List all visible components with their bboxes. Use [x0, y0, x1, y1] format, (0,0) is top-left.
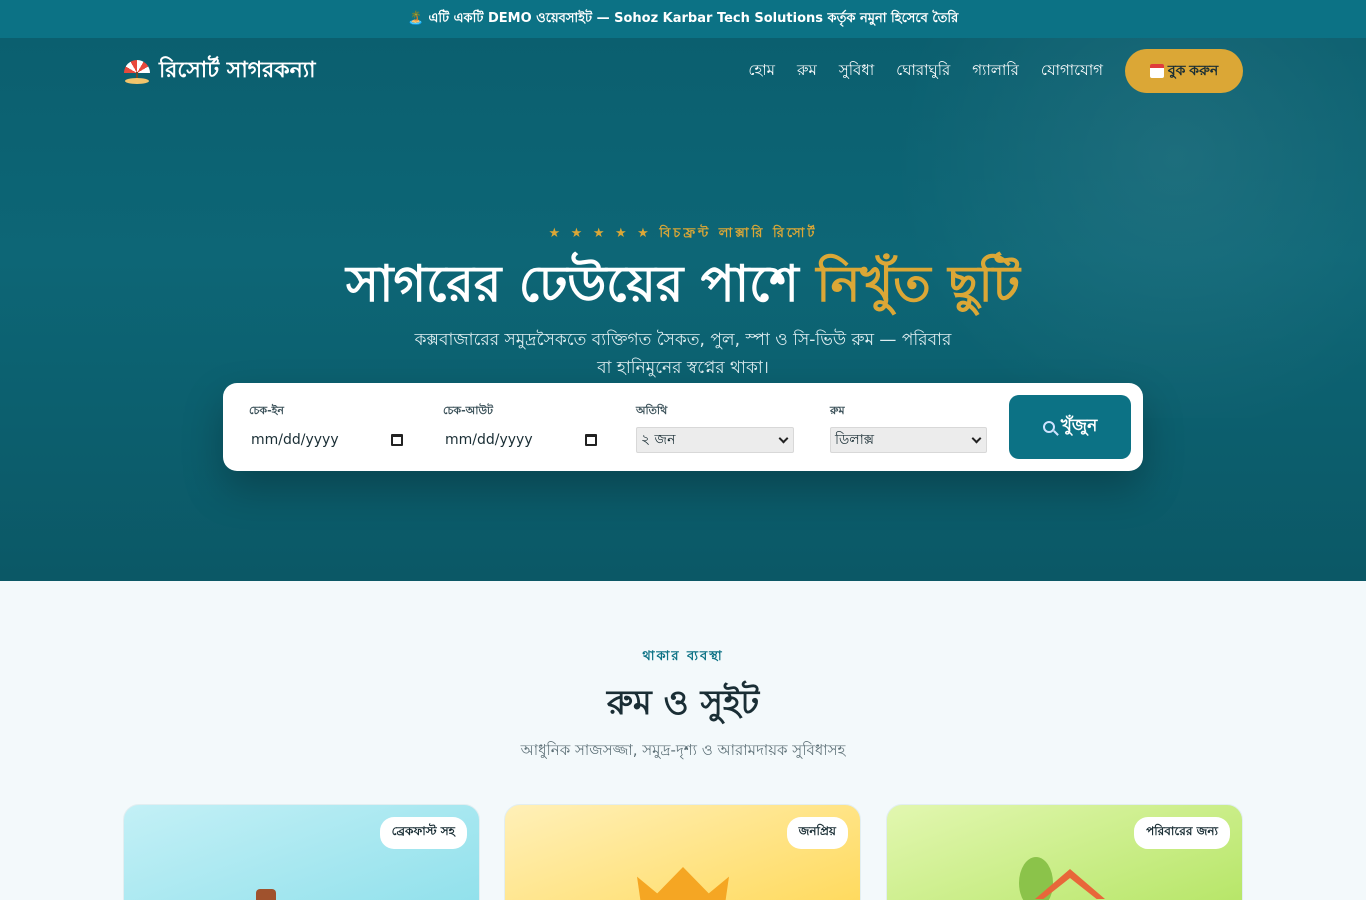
calendar-picker-icon[interactable]: [585, 434, 597, 446]
hero-section: রিসোর্ট সাগরকন্যা হোম রুম সুবিধা ঘোরাঘুর…: [0, 38, 1366, 581]
guests-label: অতিথি: [636, 404, 668, 417]
room-type-label: রুম: [830, 404, 845, 417]
chevron-down-icon: [971, 433, 982, 443]
guests-select[interactable]: ২ জন: [636, 427, 794, 453]
demo-notice-text: 🏝️ এটি একটি DEMO ওয়েবসাইট — Sohoz Karba…: [407, 10, 959, 26]
search-button[interactable]: খুঁজুন: [1009, 395, 1131, 459]
brand-name: রিসোর্ট সাগরকন্যা: [159, 57, 316, 83]
rooms-section: থাকার ব্যবস্থা রুম ও সুইট আধুনিক সাজসজ্জ…: [0, 581, 1366, 900]
chevron-down-icon: [778, 433, 789, 443]
calendar-picker-icon[interactable]: [391, 434, 403, 446]
rooms-eyebrow: থাকার ব্যবস্থা: [642, 649, 724, 664]
magnifier-icon: [1042, 421, 1055, 433]
hero-subtitle: কক্সবাজারের সমুদ্রসৈকতে ব্যক্তিগত সৈকত, …: [414, 330, 952, 379]
hero-content: ★ ★ ★ ★ ★ বিচফ্রন্ট লাক্সারি রিসোর্ট সাগ…: [0, 224, 1366, 382]
nav-item-gallery[interactable]: গ্যালারি: [972, 59, 1019, 84]
checkout-field: চেক-আউট mm/dd/yyyy: [443, 402, 601, 453]
nav-item-facilities[interactable]: সুবিধা: [839, 59, 874, 84]
checkout-label: চেক-আউট: [443, 404, 494, 417]
search-button-label: খুঁজুন: [1060, 416, 1098, 435]
room-card-breakfast[interactable]: ব্রেকফাস্ট সহ: [123, 804, 480, 900]
checkin-date-input[interactable]: mm/dd/yyyy: [249, 427, 407, 453]
beach-umbrella-icon: [123, 57, 151, 85]
checkout-placeholder: mm/dd/yyyy: [445, 432, 533, 448]
site-header: রিসোর্ট সাগরকন্যা হোম রুম সুবিধা ঘোরাঘুর…: [0, 38, 1366, 104]
guests-value: ২ জন: [641, 432, 676, 448]
booking-search-form: চেক-ইন mm/dd/yyyy চেক-আউট mm/dd/yyyy অতি…: [223, 383, 1143, 471]
room-card-tag: ব্রেকফাস্ট সহ: [379, 817, 467, 849]
nav-item-rooms[interactable]: রুম: [797, 59, 817, 84]
book-now-label: বুক করুন: [1167, 62, 1219, 78]
chair-icon: [256, 889, 276, 900]
nav-item-home[interactable]: হোম: [748, 59, 775, 84]
main-nav: হোম রুম সুবিধা ঘোরাঘুরি গ্যালারি যোগাযোগ: [748, 59, 1103, 84]
room-type-select[interactable]: ডিলাক্স: [830, 427, 987, 453]
room-type-value: ডিলাক্স: [835, 432, 875, 448]
house-icon: [1019, 857, 1111, 900]
crown-icon: [637, 855, 729, 900]
hero-eyebrow: ★ ★ ★ ★ ★ বিচফ্রন্ট লাক্সারি রিসোর্ট: [548, 226, 818, 241]
demo-notice-bar: 🏝️ এটি একটি DEMO ওয়েবসাইট — Sohoz Karba…: [0, 0, 1366, 38]
room-card-popular[interactable]: জনপ্রিয়: [504, 804, 861, 900]
room-card-tag: জনপ্রিয়: [786, 817, 848, 849]
guests-field: অতিথি ২ জন: [636, 402, 794, 453]
book-now-button[interactable]: বুক করুন: [1125, 49, 1243, 93]
room-card-family[interactable]: পরিবারের জন্য: [886, 804, 1243, 900]
checkin-label: চেক-ইন: [249, 404, 284, 417]
hero-title-accent: নিখুঁত ছুটি: [816, 255, 1021, 313]
checkin-field: চেক-ইন mm/dd/yyyy: [249, 402, 407, 453]
checkin-placeholder: mm/dd/yyyy: [251, 432, 339, 448]
calendar-icon: [1149, 64, 1164, 78]
brand-logo[interactable]: রিসোর্ট সাগরকন্যা: [123, 53, 316, 90]
rooms-subtitle: আধুনিক সাজসজ্জা, সমুদ্র-দৃশ্য ও আরামদায়…: [520, 741, 846, 759]
checkout-date-input[interactable]: mm/dd/yyyy: [443, 427, 601, 453]
nav-item-tours[interactable]: ঘোরাঘুরি: [896, 59, 950, 84]
room-card-tag: পরিবারের জন্য: [1134, 817, 1230, 849]
nav-item-contact[interactable]: যোগাযোগ: [1041, 59, 1103, 84]
rooms-title: রুম ও সুইট: [606, 683, 760, 723]
hero-title: সাগরের ঢেউয়ের পাশে নিখুঁত ছুটি: [0, 257, 1366, 312]
hero-title-main: সাগরের ঢেউয়ের পাশে: [345, 255, 817, 313]
room-type-field: রুম ডিলাক্স: [830, 402, 987, 453]
